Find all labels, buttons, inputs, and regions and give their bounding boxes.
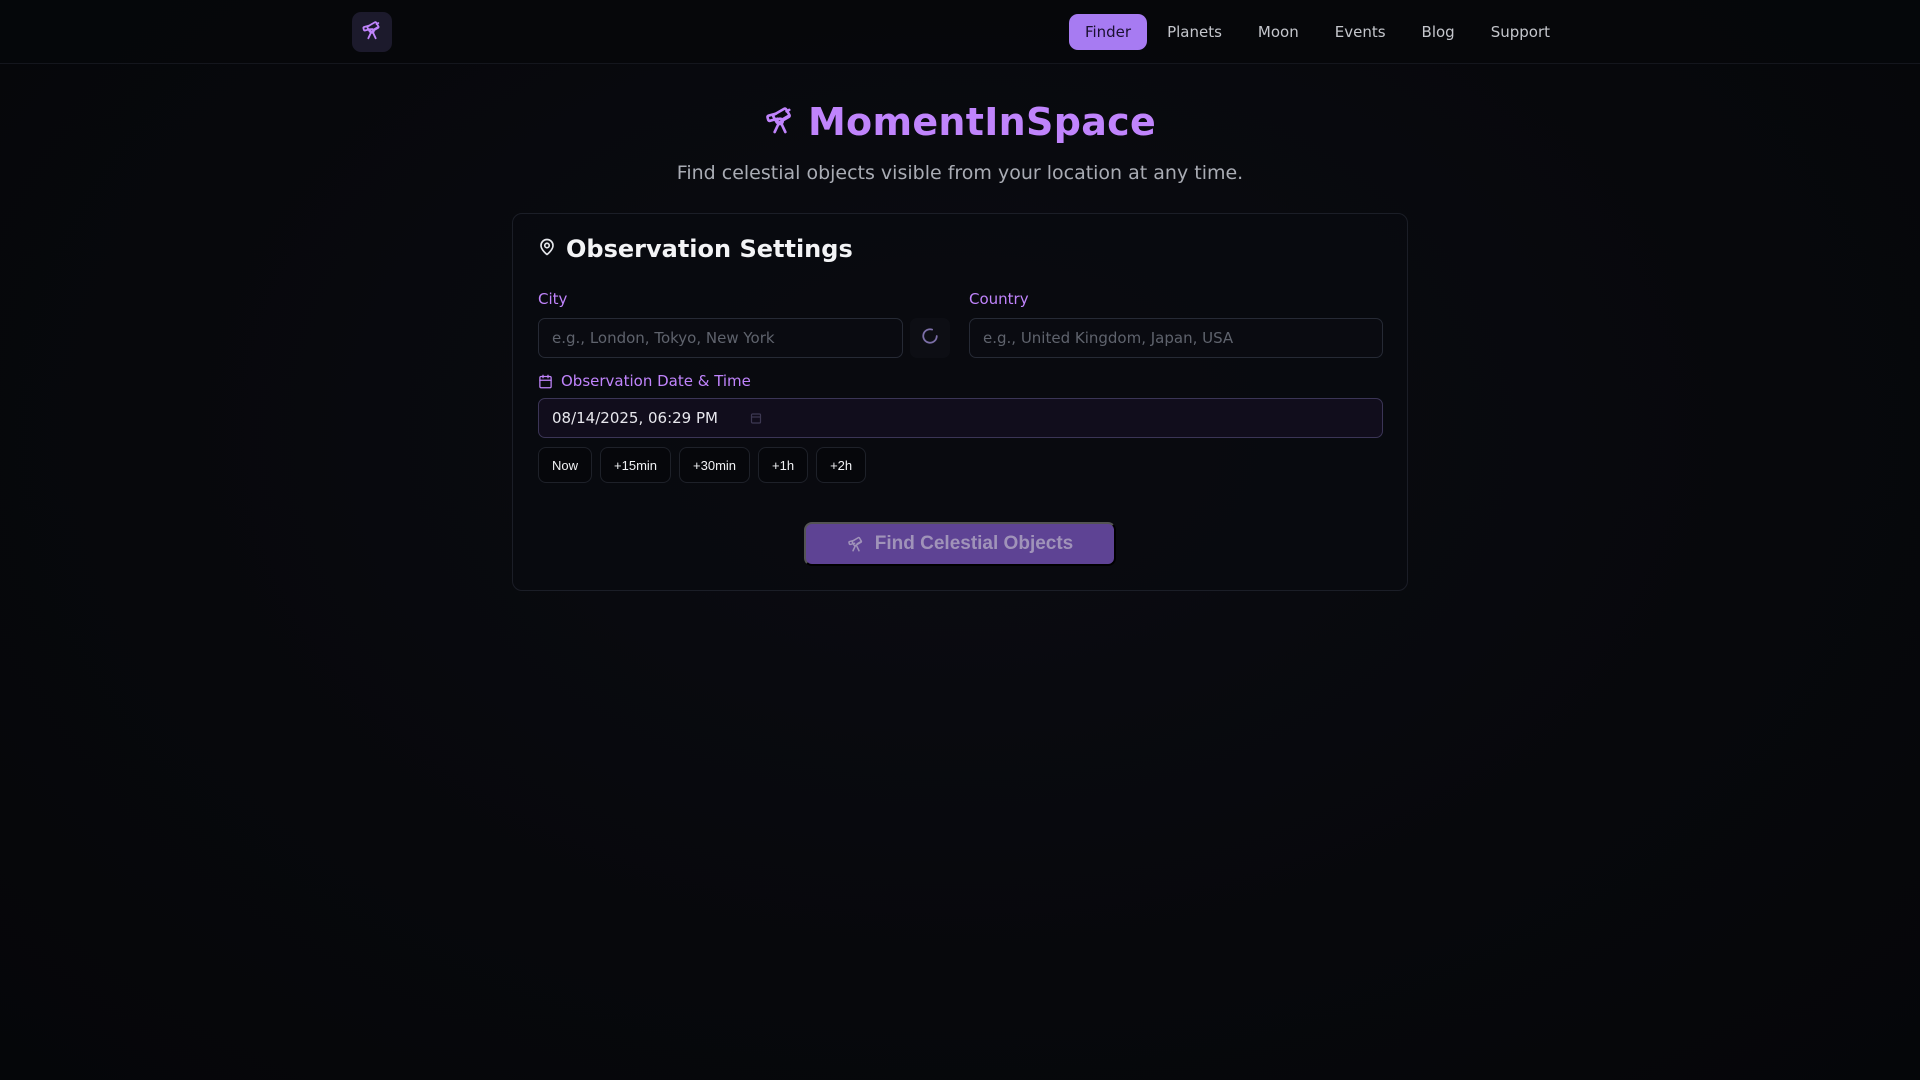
top-navigation-bar: Finder Planets Moon Events Blog Support <box>0 0 1920 64</box>
plus-30min-button[interactable]: +30min <box>679 447 751 483</box>
plus-1h-button[interactable]: +1h <box>758 447 809 483</box>
nav-events[interactable]: Events <box>1319 14 1402 50</box>
map-pin-icon <box>538 237 556 261</box>
country-placeholder: e.g., United Kingdom, Japan, USA <box>983 329 1234 347</box>
find-celestial-objects-button[interactable]: Find Celestial Objects <box>804 522 1116 566</box>
quick-time-buttons: Now +15min +30min +1h +2h <box>538 447 874 483</box>
find-button-label: Find Celestial Objects <box>874 533 1074 554</box>
datetime-label-text: Observation Date & Time <box>561 372 751 390</box>
datetime-label: Observation Date & Time <box>538 372 751 390</box>
observation-settings-card: Observation Settings City e.g., London, … <box>512 213 1408 591</box>
card-title: Observation Settings <box>566 235 853 263</box>
city-label: City <box>538 290 568 308</box>
logo-button[interactable] <box>352 12 392 52</box>
nav-planets[interactable]: Planets <box>1151 14 1238 50</box>
nav-blog[interactable]: Blog <box>1406 14 1471 50</box>
loading-spinner-icon <box>921 327 939 349</box>
app-title: MomentInSpace <box>807 100 1157 144</box>
nav-support[interactable]: Support <box>1475 14 1566 50</box>
country-label: Country <box>969 290 1029 308</box>
telescope-icon <box>847 535 865 553</box>
plus-15min-button[interactable]: +15min <box>600 447 672 483</box>
hero-title: MomentInSpace <box>0 100 1920 144</box>
city-input[interactable]: e.g., London, Tokyo, New York <box>538 318 903 358</box>
telescope-icon <box>361 19 383 45</box>
calendar-picker-icon[interactable] <box>750 412 762 424</box>
locate-button[interactable] <box>910 318 950 358</box>
city-placeholder: e.g., London, Tokyo, New York <box>552 329 775 347</box>
app-subtitle: Find celestial objects visible from your… <box>676 162 1244 184</box>
plus-2h-button[interactable]: +2h <box>816 447 867 483</box>
country-input[interactable]: e.g., United Kingdom, Japan, USA <box>969 318 1383 358</box>
telescope-icon <box>764 104 796 140</box>
datetime-input[interactable]: 08/14/2025, 06:29 PM <box>538 398 1383 438</box>
nav-finder[interactable]: Finder <box>1068 14 1148 50</box>
main-nav: Finder Planets Moon Events Blog Support <box>1065 14 1920 50</box>
card-header: Observation Settings <box>538 235 853 263</box>
now-button[interactable]: Now <box>538 447 593 483</box>
nav-moon[interactable]: Moon <box>1242 14 1315 50</box>
calendar-icon <box>538 374 553 389</box>
datetime-value: 08/14/2025, 06:29 PM <box>552 409 718 427</box>
